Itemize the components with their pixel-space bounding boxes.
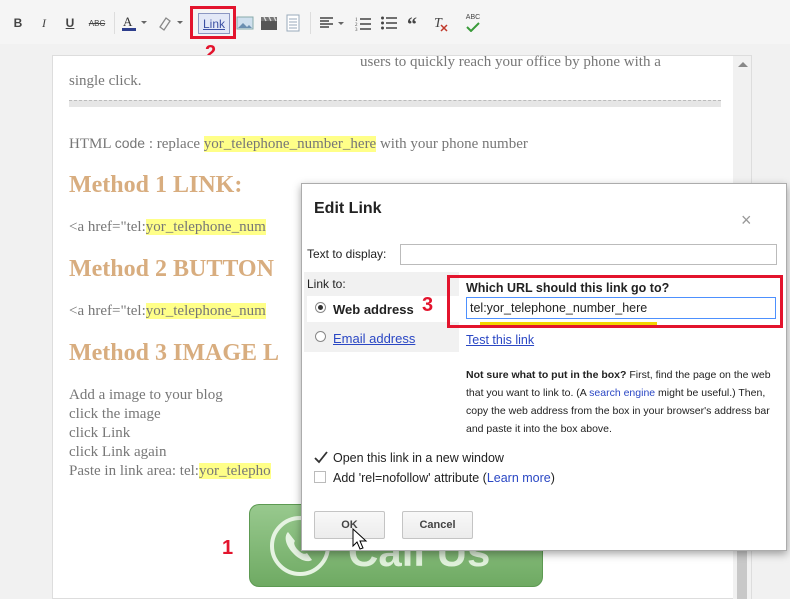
- nofollow-suffix: ): [550, 471, 555, 485]
- insert-video-button[interactable]: [260, 12, 278, 34]
- replace-word: : replace: [148, 136, 201, 152]
- svg-text:T: T: [434, 16, 443, 31]
- paste-instruction: Paste in link area: tel:yor_telepho: [69, 463, 271, 480]
- checkmark-icon: [466, 22, 480, 32]
- open-new-window-checkbox[interactable]: [314, 451, 328, 464]
- mouse-cursor-icon: [352, 528, 368, 550]
- step-line: click Link: [69, 425, 131, 441]
- align-left-icon: [320, 17, 344, 28]
- italic-button[interactable]: I: [36, 12, 52, 34]
- paste-highlight: yor_telepho: [198, 463, 271, 479]
- dialog-title: Edit Link: [314, 200, 382, 217]
- paragraph-line: single click.: [69, 73, 142, 89]
- scroll-up-arrow-icon[interactable]: [738, 62, 748, 67]
- method-1-code: <a href="tel:yor_telephone_num: [69, 219, 266, 236]
- text-color-icon: A: [122, 14, 147, 31]
- quote-icon: “: [407, 15, 417, 31]
- quote-button[interactable]: “: [406, 12, 424, 34]
- open-new-window-label: Open this link in a new window: [333, 451, 504, 465]
- highlight-color-button[interactable]: [156, 12, 184, 34]
- annotation-number-1: 1: [222, 537, 234, 559]
- code-word: code: [114, 135, 146, 151]
- phone-placeholder-highlight: yor_telephone_number_here: [203, 136, 377, 152]
- ok-button[interactable]: OK: [314, 511, 385, 539]
- close-icon[interactable]: ×: [741, 210, 752, 231]
- paragraph-line: users to quickly reach your office by ph…: [360, 54, 661, 70]
- search-engine-link[interactable]: search engine: [589, 387, 655, 399]
- bullet-list-icon: [381, 16, 397, 30]
- insert-jump-break-button[interactable]: [284, 12, 302, 34]
- code-prefix: <a href="tel:: [69, 303, 146, 319]
- method-2-heading: Method 2 BUTTON: [69, 256, 274, 282]
- email-address-radio[interactable]: [315, 331, 326, 342]
- link-to-label: Link to:: [307, 277, 346, 291]
- svg-text:“: “: [407, 15, 417, 31]
- web-address-radio[interactable]: [315, 302, 326, 313]
- strikethrough-button[interactable]: ABC: [86, 12, 108, 34]
- step-line: click Link again: [69, 444, 167, 460]
- paste-prefix: Paste in link area: tel:: [69, 463, 199, 479]
- annotation-box-link-button: [190, 6, 236, 39]
- help-bold: Not sure what to put in the box?: [466, 369, 627, 381]
- email-address-link[interactable]: Email address: [333, 331, 415, 346]
- insert-image-button[interactable]: [236, 12, 254, 34]
- bullet-list-button[interactable]: [380, 12, 398, 34]
- numbered-list-button[interactable]: 123: [354, 12, 372, 34]
- test-this-link[interactable]: Test this link: [466, 333, 534, 347]
- spellcheck-label: ABC: [465, 14, 481, 21]
- video-clapper-icon: [261, 16, 277, 30]
- remove-formatting-button[interactable]: T: [432, 12, 450, 34]
- annotation-number-3: 3: [422, 294, 434, 316]
- image-icon: [236, 16, 254, 30]
- step-line: Add a image to your blog: [69, 387, 223, 403]
- code-highlight: yor_telephone_num: [145, 219, 266, 235]
- nofollow-prefix: Add 'rel=nofollow' attribute (: [333, 471, 487, 485]
- text-to-display-label: Text to display:: [307, 247, 387, 261]
- spellcheck-button[interactable]: ABC: [462, 12, 484, 34]
- svg-text:3: 3: [355, 28, 358, 31]
- text-to-display-input[interactable]: [400, 244, 777, 265]
- underline-button[interactable]: U: [62, 12, 78, 34]
- method-3-heading: Method 3 IMAGE L: [69, 340, 279, 366]
- editor-toolbar: B I U ABC A Link 123 “ T ABC: [0, 0, 790, 44]
- method-2-code: <a href="tel:yor_telephone_num: [69, 303, 266, 320]
- instruction-suffix: with your phone number: [379, 136, 528, 152]
- help-text: Not sure what to put in the box? First, …: [466, 366, 776, 438]
- code-highlight: yor_telephone_num: [145, 303, 266, 319]
- dashed-divider: [69, 100, 721, 107]
- numbered-list-icon: 123: [355, 18, 371, 31]
- method-1-heading: Method 1 LINK:: [69, 172, 243, 198]
- svg-text:A: A: [123, 14, 133, 29]
- text-color-button[interactable]: A: [120, 12, 148, 34]
- annotation-box-url: [447, 275, 783, 328]
- alignment-button[interactable]: [318, 12, 346, 34]
- toolbar-divider: [310, 12, 311, 34]
- nofollow-label: Add 'rel=nofollow' attribute (Learn more…: [333, 471, 555, 485]
- learn-more-link[interactable]: Learn more: [487, 471, 551, 485]
- html-word: HTML: [69, 136, 111, 152]
- toolbar-divider: [114, 12, 115, 34]
- bold-button[interactable]: B: [10, 12, 26, 34]
- highlighter-icon: [159, 17, 183, 31]
- web-address-label[interactable]: Web address: [333, 302, 414, 317]
- step-line: click the image: [69, 406, 161, 422]
- checkmark-icon: [314, 451, 328, 464]
- nofollow-checkbox[interactable]: [314, 471, 326, 483]
- remove-formatting-icon: T: [434, 16, 448, 32]
- cancel-button[interactable]: Cancel: [402, 511, 473, 539]
- jump-break-icon: [286, 14, 300, 32]
- code-prefix: <a href="tel:: [69, 219, 146, 235]
- html-code-instruction: HTML code : replace yor_telephone_number…: [69, 135, 528, 153]
